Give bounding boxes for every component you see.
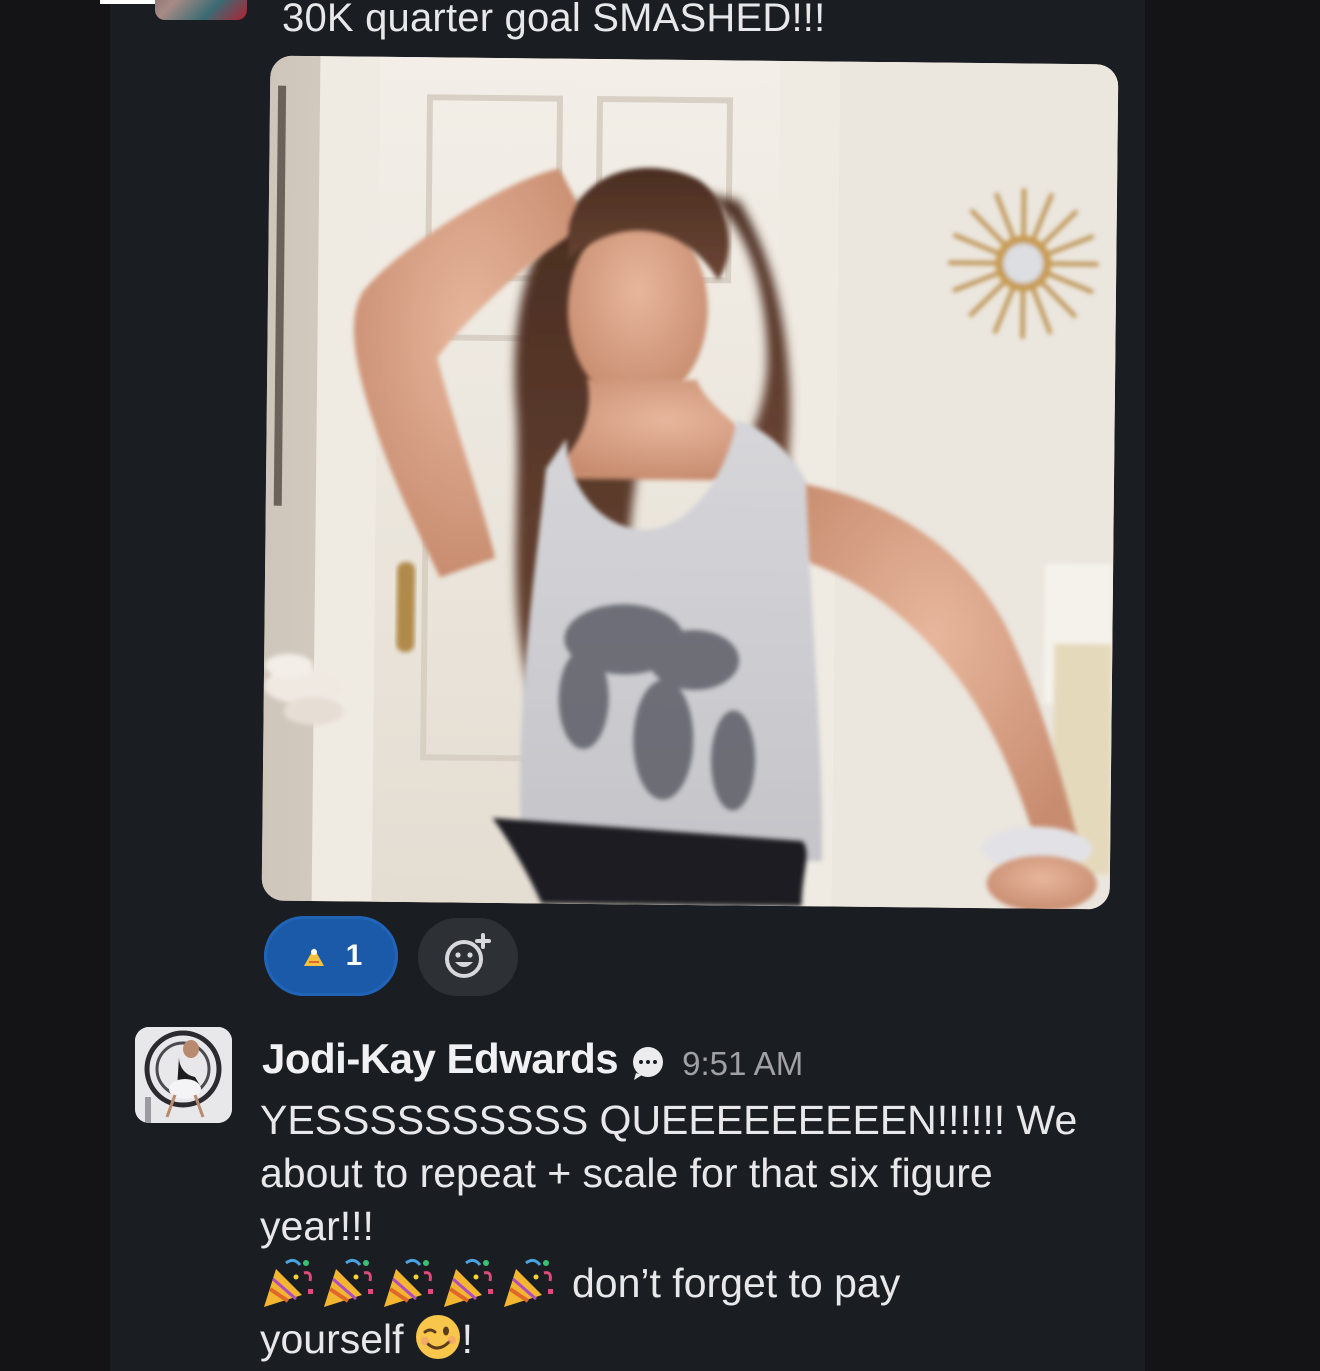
add-reaction-button[interactable] <box>418 918 518 996</box>
emoji-line: don’t forget to pay <box>260 1253 1080 1313</box>
screen-edge-left <box>0 0 110 1371</box>
party-popper-icon <box>324 1258 373 1307</box>
screen-edge-right <box>1145 0 1320 1371</box>
party-popper-icon <box>384 1258 433 1307</box>
message-body: YESSSSSSSSSS QUEEEEEEEEEN!!!!!! We about… <box>260 1094 1080 1366</box>
previous-message-text: 30K quarter goal SMASHED!!! <box>282 0 826 40</box>
message-header: Jodi-Kay Edwards 9:51 AM <box>262 1030 803 1088</box>
speech-bubble-icon <box>633 1047 664 1080</box>
message-last-line: yourself ! <box>260 1313 1080 1366</box>
message-timestamp[interactable]: 9:51 AM <box>682 1045 803 1083</box>
author-name[interactable]: Jodi-Kay Edwards <box>262 1035 619 1083</box>
avatar-photo <box>135 1027 232 1123</box>
party-popper-icon <box>444 1258 493 1307</box>
previous-message-avatar[interactable] <box>155 0 247 20</box>
author-avatar[interactable] <box>135 1027 232 1123</box>
message-line: don’t forget to pay <box>572 1259 901 1306</box>
gif-attachment[interactable] <box>261 55 1119 910</box>
reaction-count: 1 <box>345 939 363 972</box>
party-popper-icon <box>264 1258 313 1307</box>
reaction-celebration[interactable]: 1 <box>264 916 398 996</box>
message-line-suffix: ! <box>461 1316 473 1362</box>
message-line: yourself <box>260 1316 404 1362</box>
message-line: year!!! <box>260 1203 374 1249</box>
add-reaction-icon <box>445 933 491 978</box>
celebration-emoji-icon <box>303 948 324 966</box>
winking-face-icon <box>415 1315 460 1359</box>
gif-image <box>261 55 1119 910</box>
party-popper-icon <box>504 1258 553 1307</box>
message-line: YESSSSSSSSSS QUEEEEEEEEEN!!!!!! We <box>260 1097 1078 1143</box>
message-line: about to repeat + scale for that six fig… <box>260 1150 993 1196</box>
